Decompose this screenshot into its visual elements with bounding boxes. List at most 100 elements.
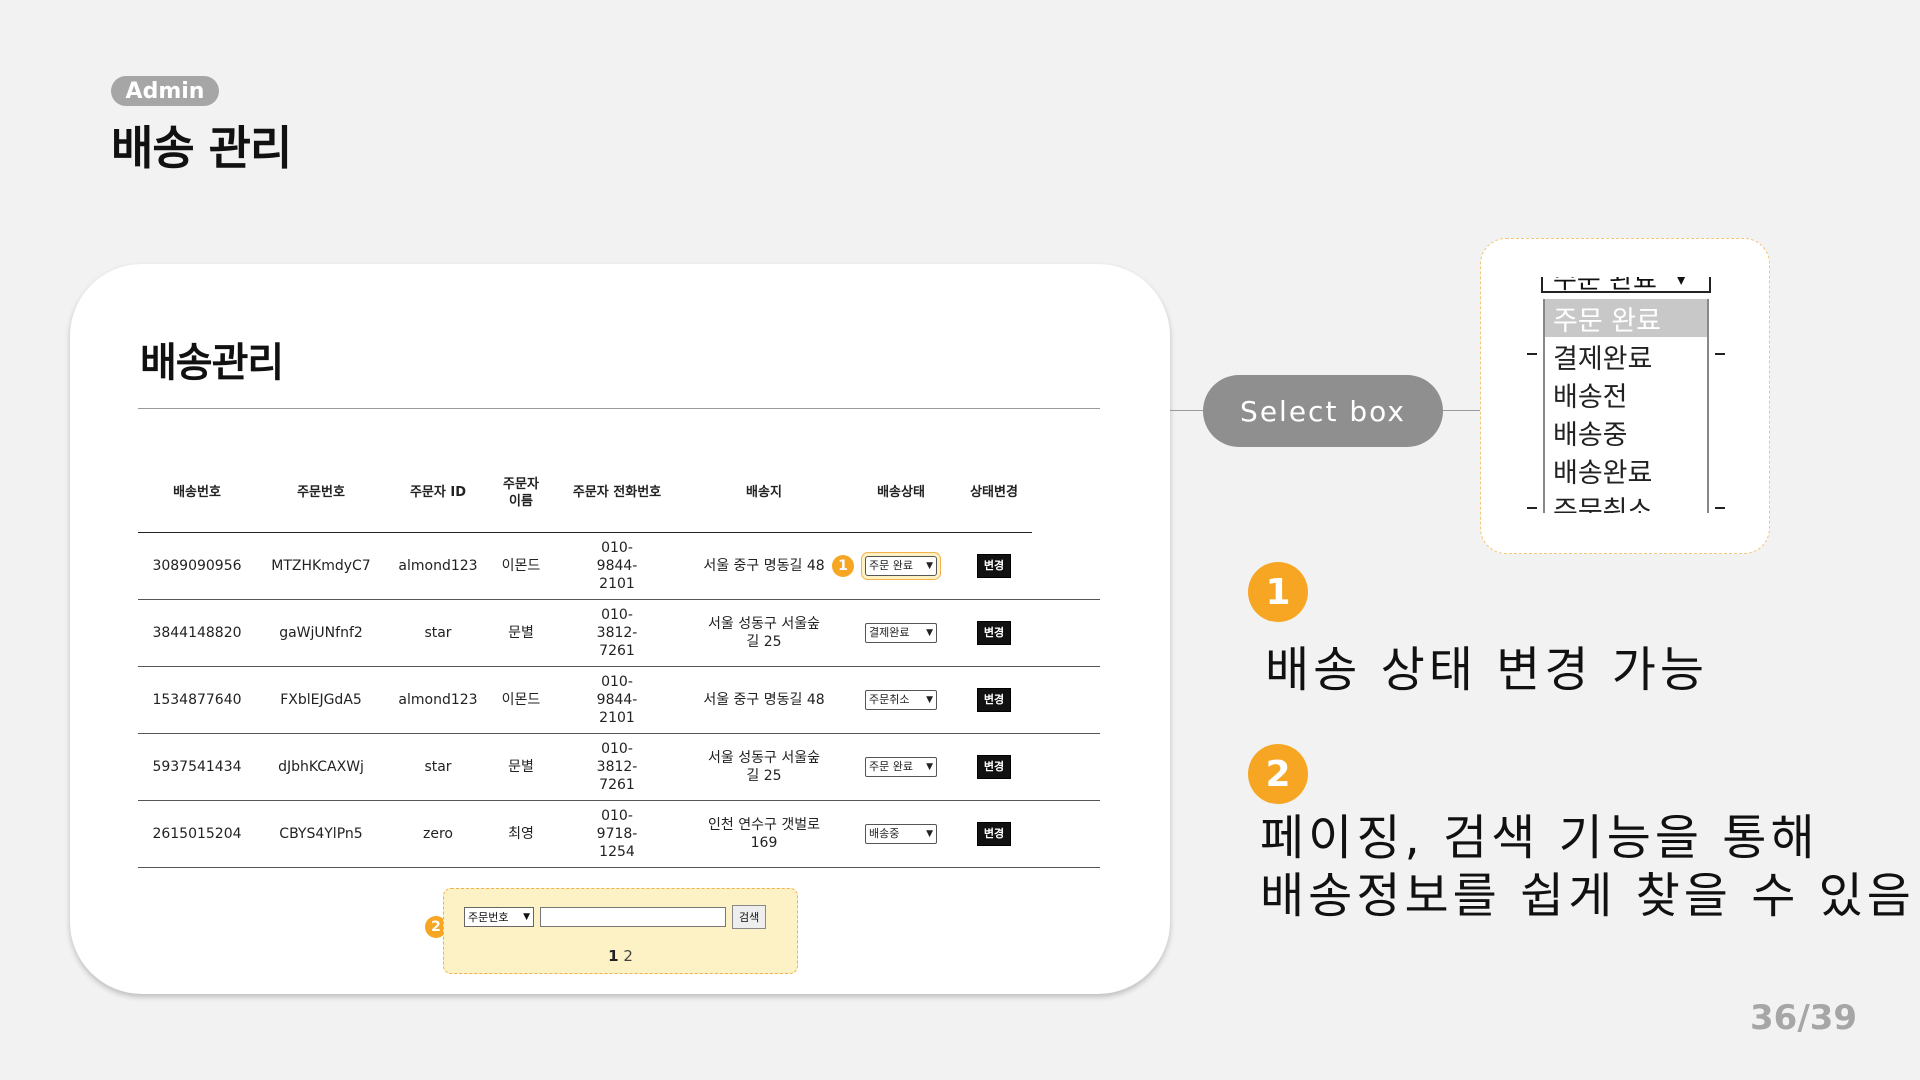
cell-spacer (1032, 532, 1100, 600)
change-button[interactable]: 변경 (976, 687, 1012, 712)
change-button[interactable]: 변경 (976, 821, 1012, 846)
feature-1-text: 배송 상태 변경 가능 (1265, 642, 1709, 698)
address-text: 서울 성동구 서울숲길 25 (708, 615, 820, 650)
table-row: 2615015204 CBYS4YlPn5 zero 최영 010-9718-1… (138, 800, 1100, 868)
table-row: 5937541434 dJbhKCAXWj star 문별 010-3812-7… (138, 733, 1100, 801)
cell-phone: 010-3812-7261 (552, 733, 682, 801)
zoom-select-value: 주문 완료 (1553, 277, 1657, 295)
select-tick (1715, 353, 1725, 355)
feature-1-number: 1 (1248, 562, 1308, 622)
col-address: 배송지 (682, 454, 846, 533)
zoom-select-closed[interactable]: 주문 완료 ▼ (1541, 277, 1711, 295)
search-field-value: 주문번호 (468, 911, 509, 924)
cell-delivery-no: 2615015204 (138, 800, 256, 868)
page-link[interactable]: 2 (623, 947, 633, 965)
address-text: 인천 연수구 갯벌로 169 (708, 816, 820, 851)
address-text: 서울 중구 명동길 48 (703, 691, 825, 708)
dropdown-option[interactable]: 결제완료 (1545, 337, 1707, 375)
cell-phone: 010-9844-2101 (552, 666, 682, 734)
cell-user-id: almond123 (386, 666, 490, 734)
cell-phone: 010-3812-7261 (552, 599, 682, 667)
cell-spacer (1032, 800, 1100, 868)
pagination: 1 2 (444, 947, 797, 965)
dropdown-option[interactable]: 배송중 (1545, 413, 1707, 451)
select-tick (1527, 507, 1537, 509)
feature-2-text-line2: 배송정보를 쉽게 찾을 수 있음 (1260, 868, 1915, 924)
admin-badge: Admin (111, 76, 219, 106)
cell-status: 결제완료 ▼ (846, 599, 956, 667)
cell-user-name: 문별 (490, 733, 552, 801)
cell-order-no: FXblEJGdA5 (256, 666, 386, 734)
search-input[interactable] (540, 907, 726, 927)
cell-action: 변경 (956, 532, 1032, 600)
delivery-table: 배송번호 주문번호 주문자 ID 주문자 이름 주문자 전화번호 배송지 배송상… (138, 454, 1100, 868)
cell-delivery-no: 3844148820 (138, 599, 256, 667)
cell-order-no: CBYS4YlPn5 (256, 800, 386, 868)
cell-user-name: 최영 (490, 800, 552, 868)
change-button[interactable]: 변경 (976, 553, 1012, 578)
status-select-value: 주문취소 (869, 692, 910, 706)
page-title: 배송 관리 (111, 121, 292, 175)
cell-action: 변경 (956, 800, 1032, 868)
cell-user-name: 문별 (490, 599, 552, 667)
select-zoom-panel: 주문 완료 ▼ 주문 완료 결제완료 배송전 배송중 배송완료 주문취소 (1480, 238, 1770, 554)
cell-action: 변경 (956, 733, 1032, 801)
search-field-select[interactable]: 주문번호 ▼ (464, 907, 534, 927)
cell-order-no: dJbhKCAXWj (256, 733, 386, 801)
dropdown-option[interactable]: 주문취소 (1545, 489, 1707, 514)
cell-status: 주문취소 ▼ (846, 666, 956, 734)
cell-user-id: almond123 (386, 532, 490, 600)
address-text: 서울 성동구 서울숲길 25 (708, 749, 820, 784)
cell-status: 배송중 ▼ (846, 800, 956, 868)
cell-address: 서울 중구 명동길 48 1 (682, 532, 854, 600)
cell-phone: 010-9718-1254 (552, 800, 682, 868)
cell-spacer (1032, 599, 1100, 667)
connector-line-right (1443, 410, 1480, 411)
cell-action: 변경 (956, 666, 1032, 734)
phone-text: 010-9844-2101 (596, 673, 638, 726)
cell-status: 주문 완료 ▼ (846, 532, 956, 600)
card-title: 배송관리 (140, 340, 284, 386)
cell-address: 서울 성동구 서울숲길 25 (682, 733, 846, 801)
status-select-value: 배송중 (869, 826, 900, 840)
status-select[interactable]: 주문 완료 ▼ (865, 555, 937, 576)
cell-delivery-no: 3089090956 (138, 532, 256, 600)
chevron-down-icon: ▼ (926, 761, 933, 772)
dropdown-list: 주문 완료 결제완료 배송전 배송중 배송완료 주문취소 (1543, 299, 1709, 513)
col-user-name: 주문자 이름 (490, 454, 552, 533)
change-button[interactable]: 변경 (976, 754, 1012, 779)
chevron-down-icon: ▼ (926, 694, 933, 705)
col-delivery-no: 배송번호 (138, 454, 256, 533)
page-current[interactable]: 1 (608, 947, 618, 965)
search-row: 주문번호 ▼ 검색 (464, 905, 767, 929)
marker-1: 1 (832, 554, 854, 577)
cell-spacer (1032, 733, 1100, 801)
table-row: 3844148820 gaWjUNfnf2 star 문별 010-3812-7… (138, 599, 1100, 667)
table-row: 3089090956 MTZHKmdyC7 almond123 이몬드 010-… (138, 532, 1100, 600)
feature-2-text-line1: 페이징, 검색 기능을 통해 (1260, 810, 1819, 866)
chevron-down-icon: ▼ (926, 560, 933, 571)
search-button[interactable]: 검색 (732, 905, 767, 929)
table-row: 1534877640 FXblEJGdA5 almond123 이몬드 010-… (138, 666, 1100, 734)
col-status: 배송상태 (846, 454, 956, 533)
chevron-down-icon: ▼ (1674, 277, 1688, 287)
select-box-label: Select box (1203, 375, 1443, 447)
phone-text: 010-9718-1254 (596, 807, 638, 860)
select-tick (1527, 353, 1537, 355)
status-select[interactable]: 결제완료 ▼ (865, 622, 937, 643)
dropdown-option[interactable]: 배송완료 (1545, 451, 1707, 489)
status-select-value: 주문 완료 (869, 759, 913, 773)
dropdown-option[interactable]: 배송전 (1545, 375, 1707, 413)
cell-address: 인천 연수구 갯벌로 169 (682, 800, 846, 868)
chevron-down-icon: ▼ (926, 627, 933, 638)
status-select[interactable]: 배송중 ▼ (865, 823, 937, 844)
title-divider (138, 408, 1100, 409)
table-header-row: 배송번호 주문번호 주문자 ID 주문자 이름 주문자 전화번호 배송지 배송상… (138, 454, 1100, 533)
cell-delivery-no: 1534877640 (138, 666, 256, 734)
status-select[interactable]: 주문 완료 ▼ (865, 756, 937, 777)
cell-status: 주문 완료 ▼ (846, 733, 956, 801)
dropdown-option[interactable]: 주문 완료 (1545, 299, 1707, 337)
phone-text: 010-3812-7261 (596, 740, 638, 793)
status-select[interactable]: 주문취소 ▼ (865, 689, 937, 710)
change-button[interactable]: 변경 (976, 620, 1012, 645)
